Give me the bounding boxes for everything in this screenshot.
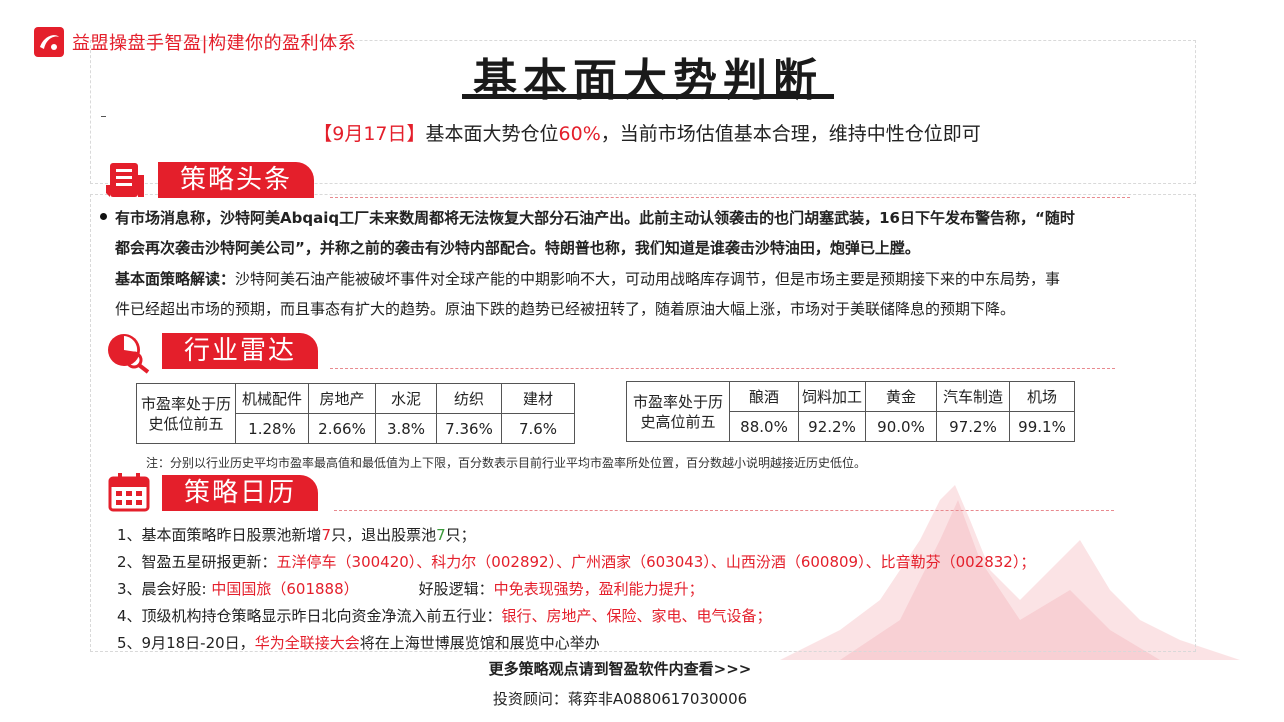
high-industry-cell: 饲料加工 — [798, 381, 866, 412]
low-value-cell: 7.36% — [436, 413, 502, 444]
calendar-item-4: 4、顶级机构持仓策略显示昨日北向资金净流入前五行业：银行、房地产、保险、家电、电… — [117, 605, 772, 626]
low-industry-cell: 纺织 — [436, 383, 502, 414]
section-radar-title: 行业雷达 — [162, 333, 319, 369]
news-line-1: 有市场消息称，沙特阿美Abqaiq工厂未来数周都将无法恢复大部分石油产出。此前主… — [115, 209, 1075, 227]
headline-pre: 基本面大势仓位 — [425, 123, 559, 145]
section-calendar-header: 策略日历 — [162, 475, 319, 511]
high-value-cell: 97.2% — [936, 411, 1010, 442]
cal5-event: 华为全联接大会 — [254, 634, 360, 652]
cal2-stocks: 五洋停车（300420）、科力尔（002892）、广州酒家（603043）、山西… — [276, 553, 1036, 571]
section-radar-rule — [330, 368, 1115, 369]
low-table-header-line1: 市盈率处于历 — [140, 394, 231, 413]
low-value-cell: 3.8% — [375, 413, 437, 444]
headline-post: ，当前市场估值基本合理，维持中性仓位即可 — [600, 123, 981, 145]
high-value-cell: 90.0% — [865, 411, 937, 442]
calendar-item-5: 5、9月18日-20日，华为全联接大会将在上海世博展览馆和展览中心举办 — [117, 632, 600, 653]
headline-date: 【9月17日】 — [313, 123, 426, 145]
calendar-item-2: 2、智盈五星研报更新：五洋停车（300420）、科力尔（002892）、广州酒家… — [117, 551, 1035, 572]
low-table-header-line2: 史低位前五 — [148, 414, 224, 433]
high-table-header-line2: 史高位前五 — [640, 412, 716, 431]
more-strategies-link[interactable]: 更多策略观点请到智盈软件内查看>>> — [0, 658, 1240, 679]
headline-percent: 60% — [558, 123, 601, 145]
news-text: 有市场消息称，沙特阿美Abqaiq工厂未来数周都将无法恢复大部分石油产出。此前主… — [115, 203, 1145, 263]
section-strategy-header: 策略头条 — [158, 162, 315, 198]
cal1-text-b: 只，退出股票池 — [331, 526, 437, 544]
low-industry-cell: 水泥 — [375, 383, 437, 414]
cal5-text-a: 5、9月18日-20日， — [117, 634, 255, 652]
low-industry-cell: 建材 — [501, 383, 575, 414]
low-pe-table: 市盈率处于历 史低位前五 机械配件 房地产 水泥 纺织 建材 1.28% 2.6… — [136, 383, 575, 444]
bullet-dot — [100, 213, 107, 220]
analysis-text: 基本面策略解读：沙特阿美石油产能被破坏事件对全球产能的中期影响不大，可动用战略库… — [115, 264, 1145, 324]
position-headline: 【9月17日】基本面大势仓位60%，当前市场估值基本合理，维持中性仓位即可 — [90, 119, 1204, 146]
high-pe-table: 市盈率处于历 史高位前五 酿酒 饲料加工 黄金 汽车制造 机场 88.0% 92… — [626, 381, 1075, 442]
news-line-2: 都会再次袭击沙特阿美公司”，并称之前的袭击有沙特内部配合。特朗普也称，我们知道是… — [115, 239, 920, 257]
cal4-label: 4、顶级机构持仓策略显示昨日北向资金净流入前五行业： — [117, 607, 502, 625]
high-industry-cell: 机场 — [1009, 381, 1075, 412]
analysis-line-1: 沙特阿美石油产能被破坏事件对全球产能的中期影响不大，可动用战略库存调节，但是市场… — [235, 270, 1061, 288]
section-calendar-rule — [334, 510, 1114, 511]
low-value-cell: 1.28% — [235, 413, 309, 444]
cal3-logic-label: 好股逻辑： — [418, 580, 494, 598]
cal1-exit-count: 7 — [436, 526, 446, 544]
cal1-new-count: 7 — [321, 526, 332, 544]
section-radar-header: 行业雷达 — [162, 333, 319, 369]
section-strategy-rule — [330, 197, 1130, 198]
cal3-label: 3、晨会好股: — [117, 580, 212, 598]
low-industry-cell: 机械配件 — [235, 383, 309, 414]
analysis-line-2: 件已经超出市场的预期，而且事态有扩大的趋势。原油下跌的趋势已经被扭转了，随着原油… — [115, 300, 1016, 318]
news-icon — [106, 163, 144, 197]
high-industry-cell: 黄金 — [865, 381, 937, 412]
cal1-text-a: 1、基本面策略昨日股票池新增 — [117, 526, 322, 544]
cal4-industries: 银行、房地产、保险、家电、电气设备； — [501, 607, 772, 625]
calendar-icon — [108, 473, 150, 512]
high-value-cell: 99.1% — [1009, 411, 1075, 442]
high-industry-cell: 汽车制造 — [936, 381, 1010, 412]
low-industry-cell: 房地产 — [308, 383, 376, 414]
section-strategy-title: 策略头条 — [158, 162, 315, 198]
cal3-logic: 中免表现强势，盈利能力提升； — [493, 580, 704, 598]
high-table-header: 市盈率处于历 史高位前五 — [626, 381, 730, 442]
section-calendar-title: 策略日历 — [162, 475, 319, 511]
cal5-text-b: 将在上海世博展览馆和展览中心举办 — [359, 634, 600, 652]
high-value-cell: 88.0% — [729, 411, 799, 442]
high-table-header-line1: 市盈率处于历 — [632, 392, 723, 411]
low-value-cell: 2.66% — [308, 413, 376, 444]
small-mark — [101, 116, 106, 117]
advisor-info: 投资顾问：蒋弈非A0880617030006 — [492, 690, 748, 708]
low-value-cell: 7.6% — [501, 413, 575, 444]
cal1-text-c: 只； — [445, 526, 476, 544]
radar-icon — [108, 334, 150, 374]
cal2-label: 2、智盈五星研报更新： — [117, 553, 277, 571]
high-value-cell: 92.2% — [798, 411, 866, 442]
high-industry-cell: 酿酒 — [729, 381, 799, 412]
calendar-item-3: 3、晨会好股: 中国国旅（601888） 好股逻辑：中免表现强势，盈利能力提升； — [117, 578, 704, 599]
cal3-stock: 中国国旅（601888） — [211, 580, 359, 598]
calendar-item-1: 1、基本面策略昨日股票池新增7只，退出股票池7只； — [117, 524, 476, 545]
low-table-header: 市盈率处于历 史低位前五 — [136, 383, 236, 444]
title-underline — [462, 94, 834, 99]
radar-note: 注：分别以行业历史平均市盈率最高值和最低值为上下限，百分数表示目前行业平均市盈率… — [146, 456, 867, 470]
analysis-label: 基本面策略解读： — [115, 270, 236, 288]
